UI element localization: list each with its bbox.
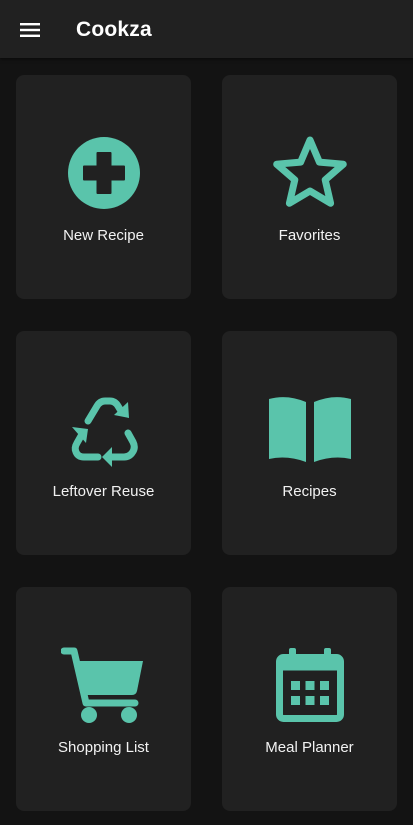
hamburger-menu-icon bbox=[20, 23, 40, 37]
app-title: Cookza bbox=[76, 18, 152, 41]
menu-button[interactable] bbox=[10, 10, 50, 50]
leftover-reuse-tile[interactable]: Leftover Reuse bbox=[16, 331, 191, 555]
app-bar: Cookza bbox=[0, 0, 413, 58]
tile-label: New Recipe bbox=[63, 227, 144, 244]
app-screen: Cookza New Recipe Favorites Leftover Reu… bbox=[0, 0, 413, 825]
new-recipe-tile[interactable]: New Recipe bbox=[16, 75, 191, 299]
tile-label: Meal Planner bbox=[265, 739, 354, 756]
open-book-icon bbox=[268, 397, 351, 462]
tile-label: Shopping List bbox=[58, 739, 149, 756]
recipes-tile[interactable]: Recipes bbox=[222, 331, 397, 555]
tile-label: Recipes bbox=[282, 483, 337, 500]
meal-planner-tile[interactable]: Meal Planner bbox=[222, 587, 397, 811]
star-outline-icon bbox=[272, 136, 347, 207]
tile-label: Leftover Reuse bbox=[52, 483, 155, 500]
tile-label: Favorites bbox=[278, 227, 341, 244]
calendar-icon bbox=[275, 648, 344, 722]
shopping-list-tile[interactable]: Shopping List bbox=[16, 587, 191, 811]
favorites-tile[interactable]: Favorites bbox=[222, 75, 397, 299]
plus-circle-icon bbox=[67, 137, 140, 209]
shopping-cart-icon bbox=[60, 647, 143, 723]
recycle-icon bbox=[71, 397, 138, 467]
